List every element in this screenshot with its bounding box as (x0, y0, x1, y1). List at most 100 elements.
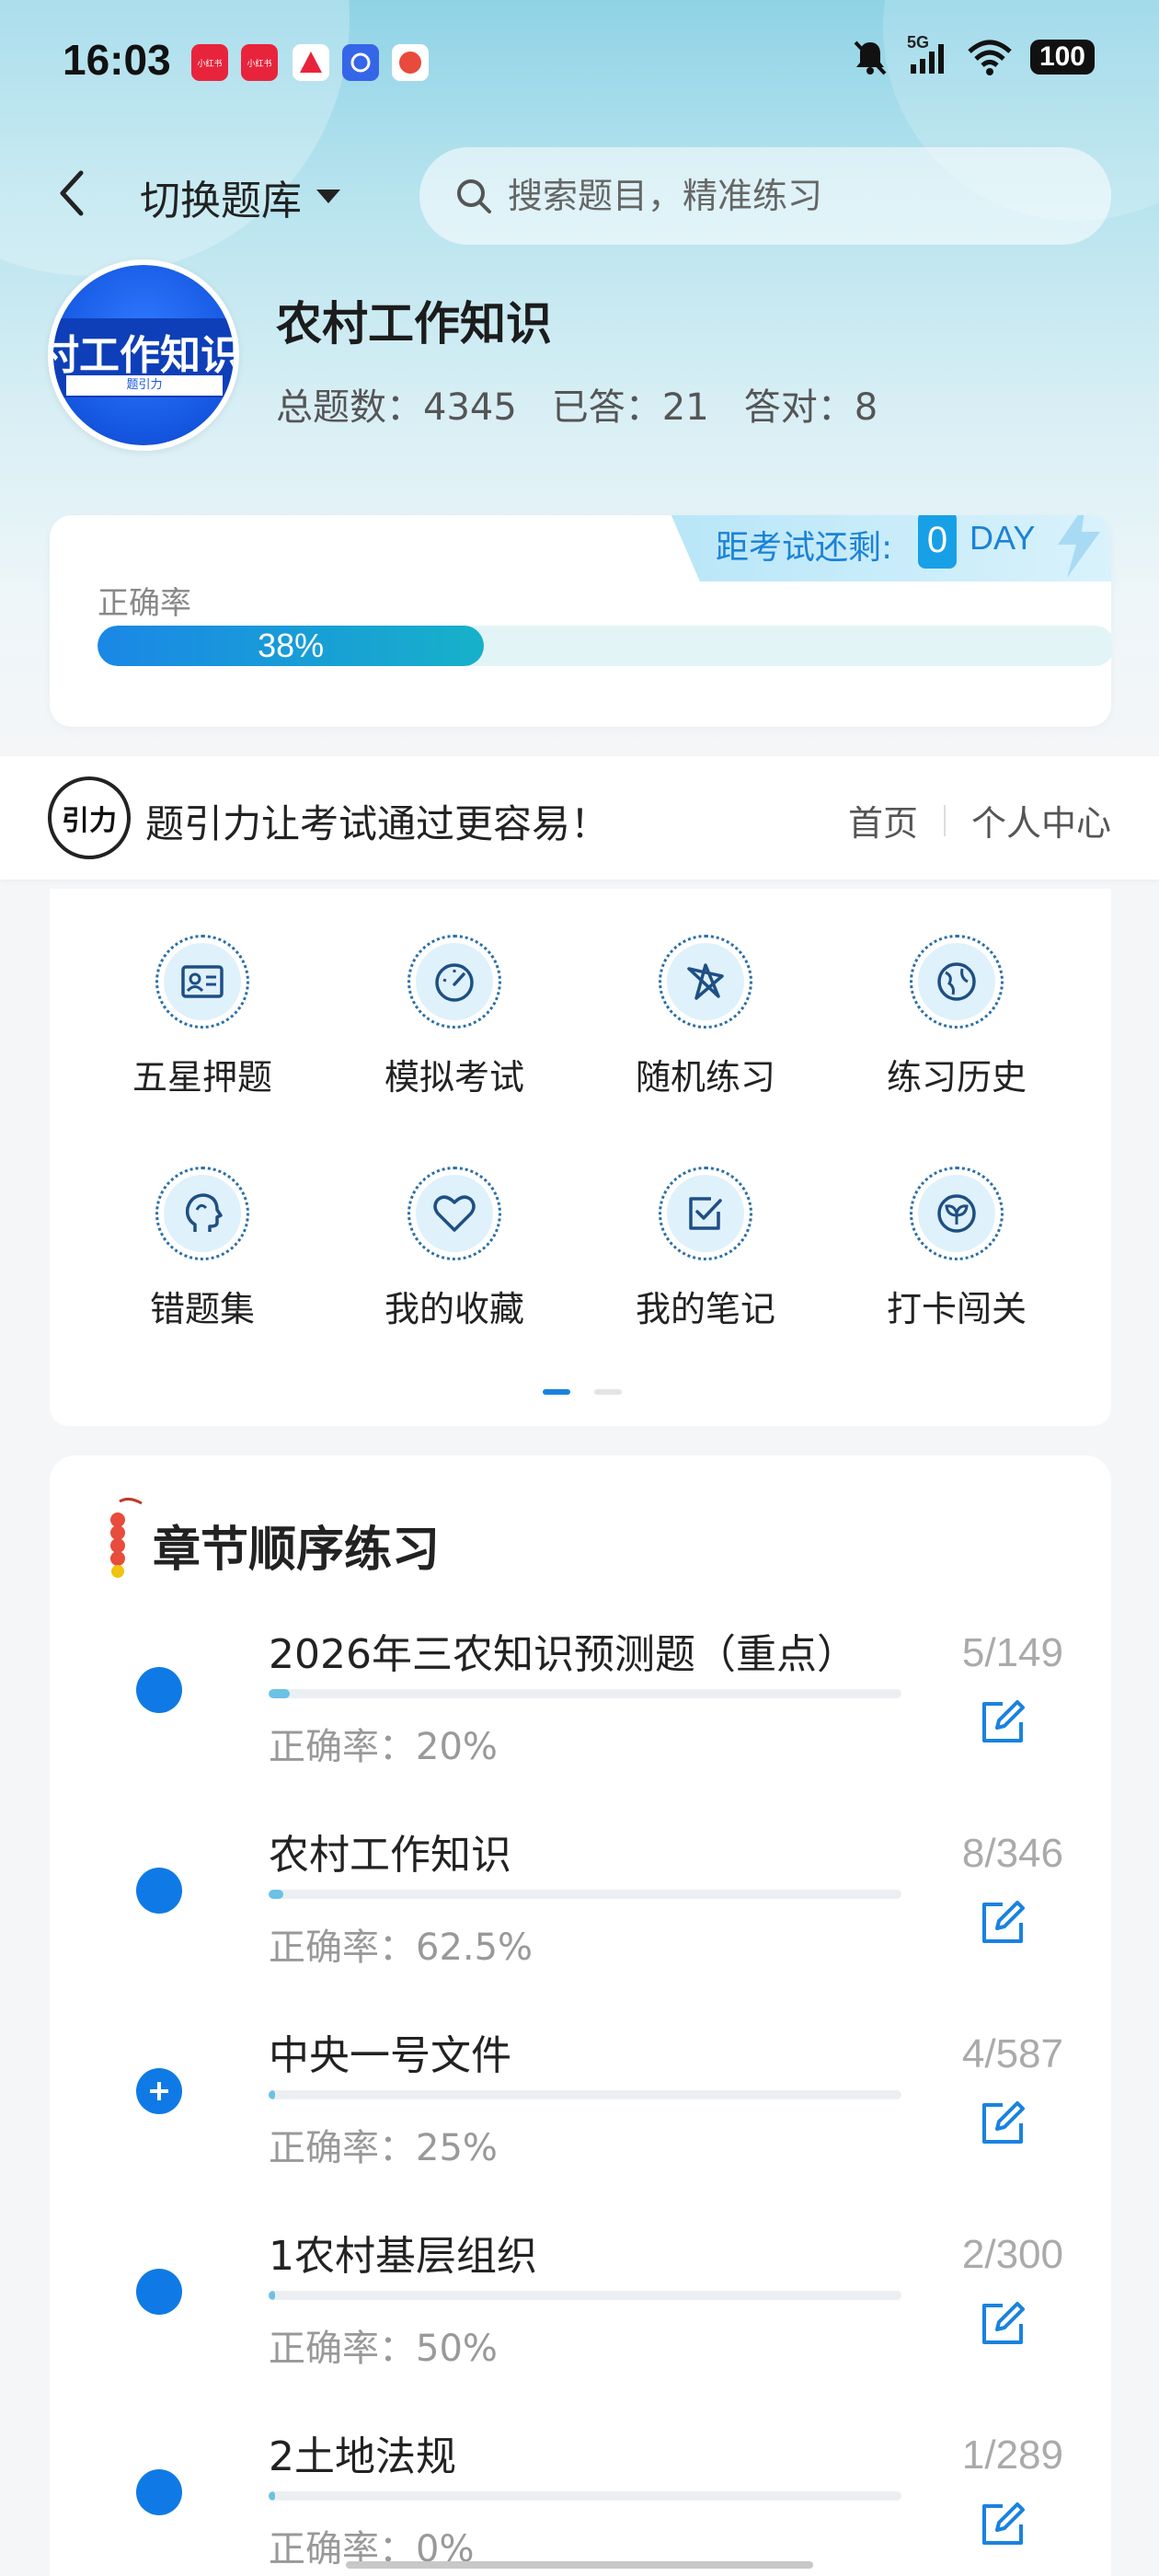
chapter-bullet (136, 1868, 182, 1914)
logo-text: 村工作知识 (48, 332, 239, 379)
edit-icon[interactable] (977, 1897, 1028, 1949)
expand-plus-icon[interactable] (136, 2068, 182, 2114)
divider (943, 804, 946, 836)
page-dot (594, 1389, 622, 1395)
countdown-unit: DAY (970, 519, 1036, 557)
chapter-progress-track (269, 1890, 901, 1899)
chapter-count: 4/587 (961, 2031, 1063, 2076)
chapter-bullet (136, 2469, 182, 2515)
page-indicator (543, 1389, 622, 1395)
quick-item-history[interactable]: 练习历史 (855, 935, 1058, 1099)
promo-bar: 引力 题引力让考试通过更容易！ 首页 个人中心 (0, 756, 1159, 880)
chapter-name: 2土地法规 (269, 2433, 456, 2480)
app-notif-icon (342, 44, 379, 81)
chapter-accuracy: 正确率：62.5% (269, 1926, 534, 1969)
firecracker-icon (110, 1497, 143, 1578)
chapter-count: 1/289 (961, 2432, 1063, 2478)
accuracy-progress-fill: 38% (98, 626, 485, 666)
search-input[interactable] (508, 176, 1078, 216)
chapter-count: 8/346 (961, 1831, 1063, 1876)
correct-count: 答对：8 (743, 386, 878, 429)
bank-stats: 总题数：4345 已答：21 答对：8 (276, 377, 878, 431)
chapter-row[interactable]: 中央一号文件 正确率：25% 4/587 (50, 2022, 1111, 2206)
app-notif-icon (293, 44, 329, 81)
exam-countdown: 距考试还剩: 0 DAY (664, 515, 1111, 581)
edit-icon[interactable] (977, 2298, 1028, 2350)
chapter-count: 2/300 (961, 2232, 1063, 2277)
sprout-icon (937, 1194, 976, 1233)
globe-icon (937, 962, 976, 1001)
search-icon (457, 179, 491, 213)
status-bar: 16:03 小红书 小红书 5G 100 (0, 0, 1159, 120)
promo-nav: 首页 个人中心 (848, 795, 1111, 845)
status-indicators: 5G 100 (850, 33, 1095, 77)
bank-logo: 村工作知识 题引力 (48, 259, 239, 451)
quick-access-grid: 五星押题 模拟考试 随机练习 练习历史 错题集 我的收藏 我的笔记 打卡闯关 (50, 889, 1111, 1426)
edit-icon[interactable] (977, 1696, 1028, 1748)
chapter-progress-track (269, 1689, 901, 1698)
accuracy-card: 距考试还剩: 0 DAY 正确率 38% (50, 515, 1111, 727)
chapter-progress-track (269, 2491, 901, 2501)
page-dot-active (543, 1389, 570, 1395)
quick-item-label: 错题集 (149, 1289, 255, 1329)
bank-title: 农村工作知识 (276, 297, 552, 351)
chapter-bullet (136, 1667, 182, 1713)
chapter-bullet (136, 2269, 182, 2315)
quick-item-label: 我的收藏 (384, 1289, 524, 1329)
quick-item-favorites[interactable]: 我的收藏 (353, 1167, 556, 1331)
total-questions: 总题数：4345 (276, 386, 517, 429)
battery-indicator: 100 (1029, 40, 1095, 75)
home-indicator[interactable] (346, 2561, 813, 2569)
switch-bank-label: 切换题库 (140, 178, 302, 224)
chapter-row[interactable]: 2土地法规 正确率：0% 1/289 (50, 2423, 1111, 2576)
quick-item-five-star[interactable]: 五星押题 (101, 935, 304, 1099)
quick-item-label: 随机练习 (635, 1057, 775, 1098)
logo-subtext: 题引力 (66, 375, 223, 396)
quick-item-checkin[interactable]: 打卡闯关 (855, 1167, 1058, 1331)
nav-profile-link[interactable]: 个人中心 (971, 795, 1111, 845)
id-card-icon (181, 965, 224, 998)
chapter-section-title: 章节顺序练习 (153, 1523, 441, 1578)
back-arrow-icon[interactable] (52, 166, 92, 221)
caret-down-icon (316, 190, 340, 203)
chapter-progress-fill (269, 2491, 275, 2501)
wifi-icon (968, 40, 1012, 75)
quick-item-label: 我的笔记 (635, 1289, 775, 1329)
search-bar[interactable] (419, 147, 1111, 245)
quick-item-notes[interactable]: 我的笔记 (604, 1167, 807, 1331)
quick-item-random-practice[interactable]: 随机练习 (604, 935, 807, 1099)
chapter-progress-track (269, 2291, 901, 2300)
chapter-accuracy: 正确率：20% (269, 1726, 498, 1768)
chapter-count: 5/149 (961, 1630, 1063, 1675)
accuracy-label: 正确率 (98, 585, 191, 622)
app-notif-icon (392, 44, 429, 81)
quick-item-wrong-set[interactable]: 错题集 (101, 1167, 304, 1331)
nav-home-link[interactable]: 首页 (848, 795, 918, 845)
chapter-practice-card: 章节顺序练习 2026年三农知识预测题（重点） 正确率：20% 5/149 农村… (50, 1455, 1111, 2576)
chapter-name: 1农村基层组织 (269, 2233, 537, 2280)
countdown-label: 距考试还剩: (716, 529, 893, 567)
chapter-row[interactable]: 农村工作知识 正确率：62.5% 8/346 (50, 1822, 1111, 2006)
chapter-row[interactable]: 1农村基层组织 正确率：50% 2/300 (50, 2223, 1111, 2407)
random-star-icon (687, 963, 724, 1000)
switch-bank-dropdown[interactable]: 切换题库 (140, 167, 342, 226)
answered-count: 已答：21 (551, 386, 709, 429)
chapter-progress-fill (269, 1689, 291, 1698)
chapter-row[interactable]: 2026年三农知识预测题（重点） 正确率：20% 5/149 (50, 1621, 1111, 1805)
signal-icon: 5G (907, 33, 949, 77)
mute-bell-icon (854, 40, 887, 75)
edit-icon[interactable] (977, 2499, 1028, 2550)
chapter-accuracy: 正确率：25% (269, 2127, 498, 2169)
chapter-progress-track (269, 2090, 901, 2099)
status-time: 16:03 (63, 36, 171, 84)
quick-item-label: 练习历史 (886, 1057, 1027, 1098)
head-icon (185, 1193, 223, 1232)
quick-item-label: 模拟考试 (384, 1057, 524, 1098)
chapter-name: 2026年三农知识预测题（重点） (269, 1631, 857, 1678)
checkbox-icon (689, 1197, 722, 1230)
chapter-progress-fill (269, 2090, 275, 2099)
quick-item-mock-exam[interactable]: 模拟考试 (353, 935, 556, 1099)
lightning-icon (1058, 515, 1100, 578)
promo-slogan: 题引力让考试通过更容易！ (145, 801, 610, 846)
edit-icon[interactable] (977, 2098, 1028, 2149)
